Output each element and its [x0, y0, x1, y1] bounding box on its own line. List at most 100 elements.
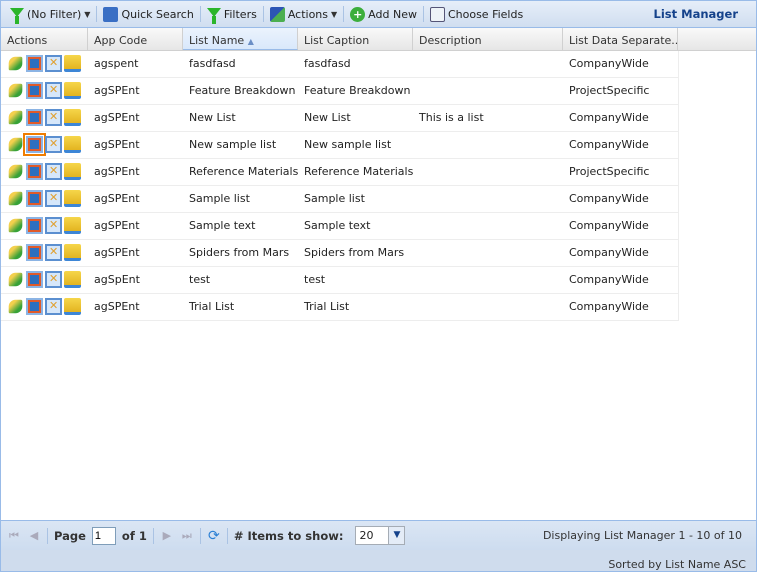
- cell-caption: New sample list: [304, 138, 392, 151]
- last-page-icon[interactable]: ⏭: [180, 529, 194, 543]
- cell-sep: CompanyWide: [569, 300, 649, 313]
- row-actions: [1, 159, 88, 185]
- chevron-down-icon[interactable]: ▼: [388, 527, 405, 544]
- cell-desc: [413, 267, 563, 293]
- filters-button[interactable]: Filters: [204, 7, 260, 24]
- items-label: # Items to show:: [233, 528, 344, 543]
- folder-icon[interactable]: [64, 190, 81, 207]
- edit-icon[interactable]: [8, 191, 23, 206]
- tools-icon[interactable]: [45, 136, 62, 153]
- add-new-button[interactable]: + Add New: [347, 6, 420, 22]
- sort-status: Sorted by List Name ASC: [1, 550, 756, 571]
- view-icon[interactable]: [26, 217, 43, 234]
- column-header-list-name[interactable]: List Name ▲: [183, 28, 298, 50]
- tools-icon[interactable]: [45, 109, 62, 126]
- view-icon[interactable]: [26, 55, 43, 72]
- cell-caption: test: [304, 273, 326, 286]
- cell-name: Reference Materials: [189, 165, 298, 178]
- items-select[interactable]: 20 ▼: [355, 526, 406, 545]
- view-icon[interactable]: [23, 133, 46, 156]
- table-row: agSPEnt Trial List Trial List CompanyWide: [1, 294, 679, 321]
- funnel-icon: [206, 7, 221, 24]
- divider: [47, 527, 48, 544]
- actions-label: Actions: [287, 7, 329, 21]
- cell-sep: ProjectSpecific: [569, 165, 650, 178]
- edit-icon[interactable]: [8, 83, 23, 98]
- column-header-actions[interactable]: Actions: [1, 28, 88, 50]
- cell-name: New List: [189, 111, 236, 124]
- tools-icon[interactable]: [45, 298, 62, 315]
- folder-icon[interactable]: [64, 163, 81, 180]
- column-header-app-code[interactable]: App Code: [88, 28, 183, 50]
- edit-icon[interactable]: [8, 164, 23, 179]
- prev-page-icon[interactable]: ◀: [27, 529, 41, 542]
- choose-fields-button[interactable]: Choose Fields: [427, 6, 526, 22]
- view-icon[interactable]: [26, 244, 43, 261]
- cell-name: test: [189, 273, 211, 286]
- view-icon[interactable]: [26, 298, 43, 315]
- cell-name: Sample list: [189, 192, 250, 205]
- row-actions: [1, 105, 88, 131]
- cell-app: agSPEnt: [94, 300, 140, 313]
- tools-icon[interactable]: [45, 217, 62, 234]
- tools-icon[interactable]: [45, 244, 62, 261]
- folder-icon[interactable]: [64, 55, 81, 72]
- cell-name: Spiders from Mars: [189, 246, 290, 259]
- edit-icon[interactable]: [8, 137, 23, 152]
- tools-icon[interactable]: [45, 55, 62, 72]
- view-icon[interactable]: [26, 82, 43, 99]
- cell-sep: CompanyWide: [569, 57, 649, 70]
- edit-icon[interactable]: [8, 56, 23, 71]
- row-actions: [1, 132, 88, 158]
- view-icon[interactable]: [26, 163, 43, 180]
- cell-caption: fasdfasd: [304, 57, 351, 70]
- edit-icon[interactable]: [8, 272, 23, 287]
- view-icon[interactable]: [26, 271, 43, 288]
- cell-caption: Feature Breakdown: [304, 84, 411, 97]
- cell-sep: CompanyWide: [569, 192, 649, 205]
- filter-dropdown[interactable]: (No Filter) ▼: [7, 7, 93, 24]
- choose-fields-label: Choose Fields: [447, 7, 524, 21]
- grid-header: Actions App Code List Name ▲ List Captio…: [1, 28, 756, 51]
- view-icon[interactable]: [26, 109, 43, 126]
- page-label: Page: [54, 528, 86, 543]
- view-icon[interactable]: [26, 190, 43, 207]
- tools-icon[interactable]: [45, 163, 62, 180]
- row-actions: [1, 51, 88, 77]
- folder-icon[interactable]: [64, 298, 81, 315]
- cell-desc: [413, 213, 563, 239]
- cell-caption: Trial List: [304, 300, 350, 313]
- folder-icon[interactable]: [64, 109, 81, 126]
- cell-app: agSPEnt: [94, 219, 140, 232]
- tools-icon[interactable]: [45, 82, 62, 99]
- next-page-icon[interactable]: ▶: [160, 529, 174, 542]
- folder-icon[interactable]: [64, 82, 81, 99]
- folder-icon[interactable]: [64, 271, 81, 288]
- cell-desc: [413, 159, 563, 185]
- cell-app: agSpEnt: [94, 273, 140, 286]
- actions-dropdown[interactable]: Actions ▼: [267, 6, 340, 22]
- first-page-icon[interactable]: ⏮: [7, 529, 21, 543]
- cell-desc: [413, 132, 563, 158]
- refresh-icon[interactable]: ⟳: [207, 528, 221, 544]
- sort-asc-icon: ▲: [247, 37, 254, 46]
- edit-icon[interactable]: [8, 245, 23, 260]
- edit-icon[interactable]: [8, 218, 23, 233]
- table-row: agSPEnt Feature Breakdown Feature Breakdow…: [1, 78, 679, 105]
- tools-icon[interactable]: [45, 271, 62, 288]
- column-header-list-caption[interactable]: List Caption: [298, 28, 413, 50]
- quick-search-button[interactable]: Quick Search: [100, 6, 196, 22]
- cell-caption: New List: [304, 111, 351, 124]
- checklist-icon: [429, 6, 445, 22]
- folder-icon[interactable]: [64, 244, 81, 261]
- cell-desc: [413, 186, 563, 212]
- edit-icon[interactable]: [8, 299, 23, 314]
- table-row: agSPEnt New sample list New sample list Com…: [1, 132, 679, 159]
- folder-icon[interactable]: [64, 136, 81, 153]
- column-header-list-data-separate[interactable]: List Data Separate...: [563, 28, 678, 50]
- column-header-description[interactable]: Description: [413, 28, 563, 50]
- tools-icon[interactable]: [45, 190, 62, 207]
- edit-icon[interactable]: [8, 110, 23, 125]
- page-input[interactable]: [91, 526, 116, 545]
- folder-icon[interactable]: [64, 217, 81, 234]
